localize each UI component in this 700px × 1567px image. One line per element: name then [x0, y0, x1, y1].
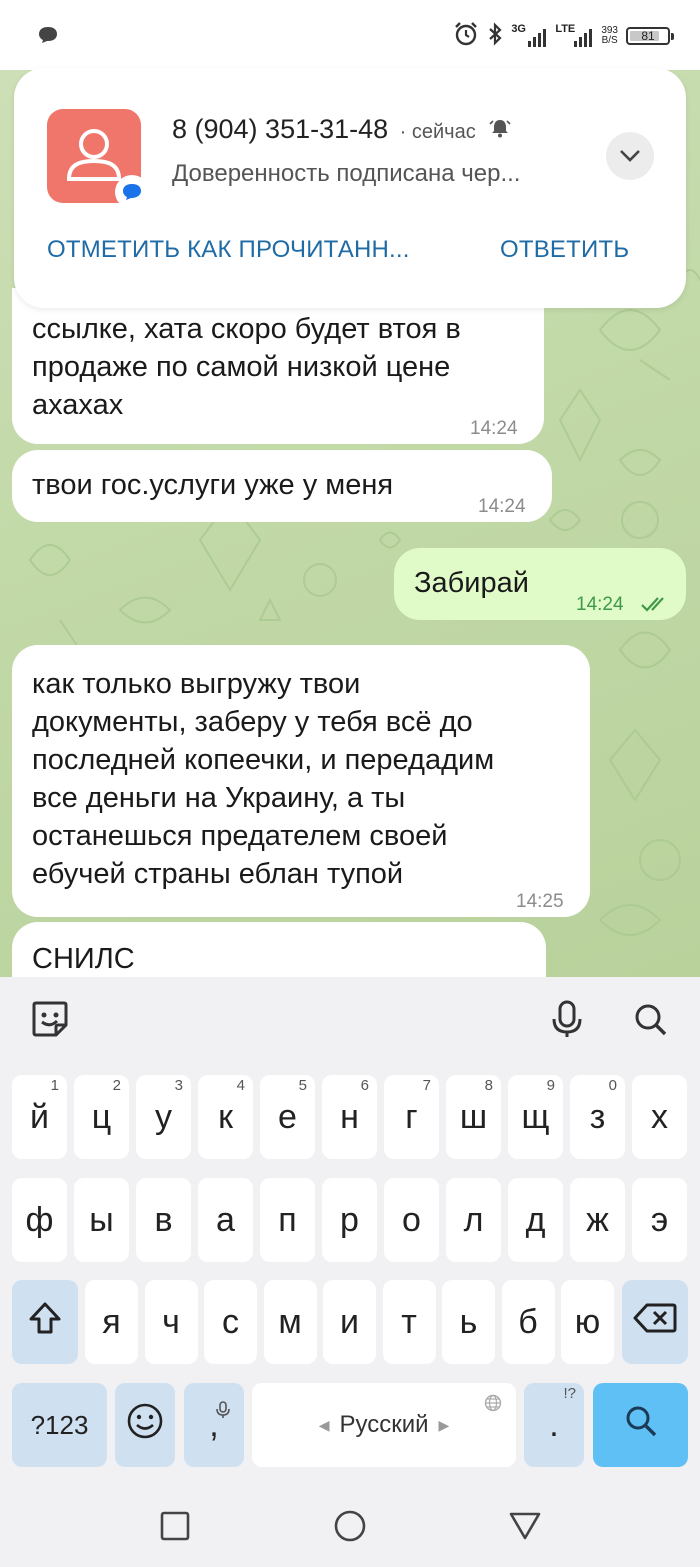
message-incoming[interactable]: как только выгружу твои документы, забер…	[12, 645, 590, 917]
key-row3-5[interactable]: т	[382, 1280, 436, 1364]
message-incoming[interactable]: твои гос.услуги уже у меня 14:24	[12, 450, 552, 522]
arrow-left-icon: ◀	[318, 1416, 330, 1433]
triangle-nav-icon[interactable]	[503, 1504, 547, 1548]
key-row2-3[interactable]: а	[198, 1178, 253, 1262]
message-text: как только выгружу твои документы, забер…	[32, 668, 495, 890]
key-0[interactable]: 1й	[12, 1075, 67, 1159]
key-10[interactable]: х	[632, 1075, 687, 1159]
search-key[interactable]	[593, 1383, 688, 1467]
key-row2-7[interactable]: л	[446, 1178, 501, 1262]
message-notification[interactable]: 8 (904) 351-31-48 · сейчас Доверенность …	[14, 68, 686, 308]
message-time: 14:25	[516, 891, 564, 912]
key-row2-10[interactable]: э	[632, 1178, 687, 1262]
keyboard: 1й2ц3у4к5е6н7г8ш9щ0зх фывапролджэ ячсмит…	[0, 977, 700, 1567]
chat-bubble-icon	[38, 26, 58, 49]
key-row2-8[interactable]: д	[508, 1178, 563, 1262]
circle-nav-icon[interactable]	[328, 1504, 372, 1548]
period-key[interactable]: !? .	[524, 1383, 584, 1467]
backspace-key[interactable]	[622, 1280, 688, 1364]
key-9[interactable]: 0з	[570, 1075, 625, 1159]
emoji-sticker-icon[interactable]	[28, 997, 72, 1041]
search-key-icon	[623, 1403, 659, 1448]
status-bar: 3G LTE 393 B/S 81	[0, 0, 700, 70]
bell-icon	[489, 115, 511, 146]
notification-title: 8 (904) 351-31-48 · сейчас	[172, 114, 511, 146]
smiley-icon	[126, 1402, 164, 1449]
alarm-icon	[453, 21, 479, 52]
message-text: ссылке, хата скоро будет втоя в продаже …	[32, 313, 461, 421]
messages-badge-icon	[115, 175, 149, 209]
notification-body: Доверенность подписана чер...	[172, 160, 521, 187]
message-time: 14:24	[470, 418, 518, 439]
key-7[interactable]: 8ш	[446, 1075, 501, 1159]
key-row3-7[interactable]: б	[501, 1280, 555, 1364]
key-5[interactable]: 6н	[322, 1075, 377, 1159]
message-time: 14:24	[576, 594, 624, 615]
search-icon[interactable]	[628, 997, 672, 1041]
message-outgoing[interactable]: Забирай 14:24	[394, 548, 686, 620]
key-row3-0[interactable]: я	[85, 1280, 138, 1364]
shift-icon	[27, 1300, 63, 1345]
avatar	[47, 109, 149, 209]
key-4[interactable]: 5е	[260, 1075, 315, 1159]
emoji-key[interactable]	[115, 1383, 175, 1467]
signal-icon-3g: 3G	[511, 24, 547, 48]
key-1[interactable]: 2ц	[74, 1075, 129, 1159]
key-row3-1[interactable]: ч	[144, 1280, 198, 1364]
key-row3-2[interactable]: с	[204, 1280, 257, 1364]
notification-sender: 8 (904) 351-31-48	[172, 114, 389, 144]
mark-as-read-button[interactable]: ОТМЕТИТЬ КАК ПРОЧИТАНН...	[47, 236, 447, 264]
navigation-bar	[0, 1482, 700, 1567]
arrow-right-icon: ▶	[438, 1416, 450, 1433]
chevron-down-icon[interactable]	[606, 132, 654, 180]
notification-time: · сейчас	[399, 121, 476, 143]
message-text: СНИЛС	[32, 943, 135, 975]
square-nav-icon[interactable]	[153, 1504, 197, 1548]
microphone-hint-icon	[216, 1389, 230, 1428]
key-2[interactable]: 3у	[136, 1075, 191, 1159]
key-6[interactable]: 7г	[384, 1075, 439, 1159]
key-8[interactable]: 9щ	[508, 1075, 563, 1159]
microphone-icon[interactable]	[545, 997, 589, 1041]
message-incoming[interactable]: ссылке, хата скоро будет втоя в продаже …	[12, 288, 544, 444]
key-row2-6[interactable]: о	[384, 1178, 439, 1262]
message-time: 14:24	[478, 496, 526, 517]
key-3[interactable]: 4к	[198, 1075, 253, 1159]
battery-icon: 81	[626, 27, 674, 45]
key-row2-9[interactable]: ж	[570, 1178, 625, 1262]
network-speed: 393 B/S	[601, 25, 618, 46]
backspace-icon	[633, 1302, 677, 1343]
bluetooth-icon	[487, 21, 503, 51]
key-row2-1[interactable]: ы	[74, 1178, 129, 1262]
key-row3-4[interactable]: и	[323, 1280, 376, 1364]
comma-key[interactable]: ,	[184, 1383, 244, 1467]
message-text: Забирай	[414, 567, 529, 599]
globe-icon	[484, 1391, 502, 1419]
double-check-icon	[640, 586, 670, 624]
message-text: твои гос.услуги уже у меня	[32, 469, 394, 501]
key-row2-2[interactable]: в	[136, 1178, 191, 1262]
key-row2-4[interactable]: п	[260, 1178, 315, 1262]
key-row2-5[interactable]: р	[322, 1178, 377, 1262]
signal-icon-lte: LTE	[555, 24, 593, 48]
key-row3-3[interactable]: м	[263, 1280, 317, 1364]
key-row2-0[interactable]: ф	[12, 1178, 67, 1262]
shift-key[interactable]	[12, 1280, 78, 1364]
reply-button[interactable]: ОТВЕТИТЬ	[500, 236, 629, 264]
space-key[interactable]: ◀ Русский ▶	[252, 1383, 516, 1467]
key-row3-8[interactable]: ю	[561, 1280, 614, 1364]
symbols-key[interactable]: ?123	[12, 1383, 107, 1467]
key-row3-6[interactable]: ь	[442, 1280, 495, 1364]
